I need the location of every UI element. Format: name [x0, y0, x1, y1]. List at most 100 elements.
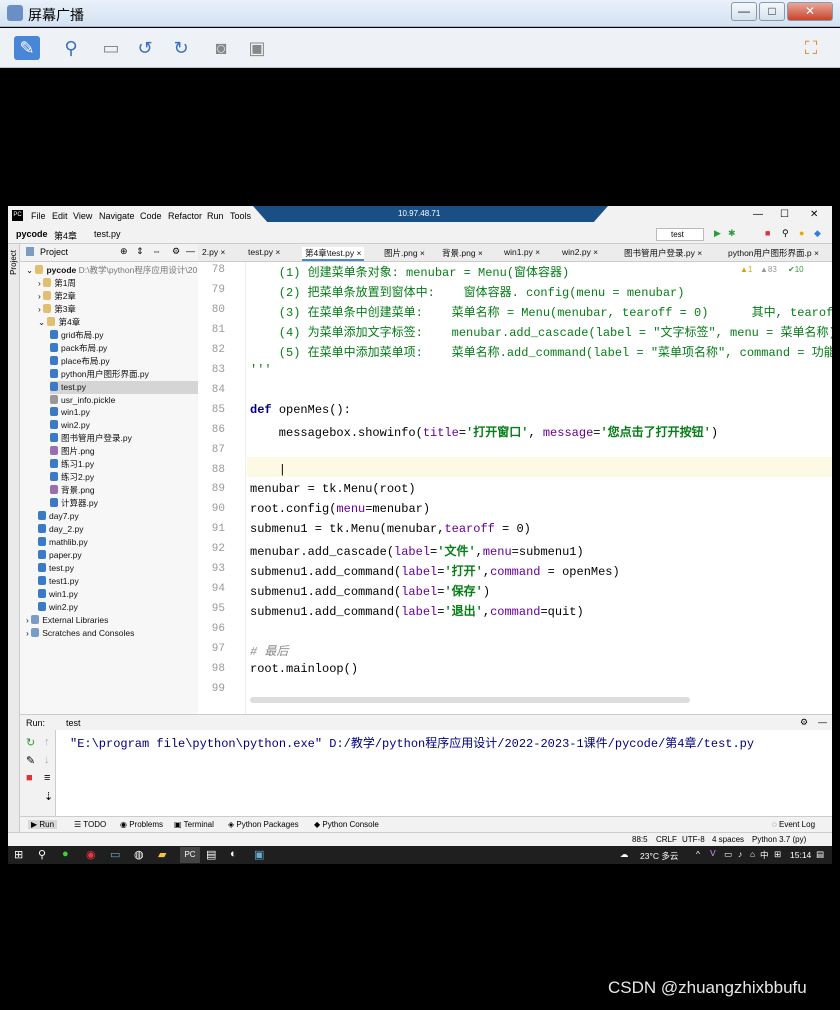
- menu-navigate[interactable]: Navigate: [99, 211, 135, 221]
- run-hide-icon[interactable]: —: [818, 717, 827, 727]
- close-button[interactable]: ✕: [787, 2, 833, 21]
- volume-icon[interactable]: ♪: [738, 849, 742, 859]
- tool-taskbar-icon[interactable]: ◐: [230, 848, 237, 860]
- run-config-select[interactable]: test: [656, 228, 704, 241]
- run-console[interactable]: ↻ ↑ ✎ ↓ ■ ≡ ⇣ "E:\program file\python\py…: [20, 730, 832, 816]
- tree-item[interactable]: 图片.png: [50, 445, 95, 458]
- menu-code[interactable]: Code: [140, 211, 162, 221]
- editor-tab[interactable]: 图片.png ×: [384, 247, 425, 259]
- ide-minimize-icon[interactable]: —: [753, 209, 763, 220]
- hide-icon[interactable]: —: [186, 246, 195, 256]
- tree-item[interactable]: 计算器.py: [50, 497, 98, 510]
- menu-view[interactable]: View: [73, 211, 92, 221]
- chevron-icon[interactable]: ⌄: [26, 265, 35, 275]
- tree-item[interactable]: 图书管用户登录.py: [50, 432, 132, 445]
- run-icon[interactable]: ▶: [714, 228, 721, 239]
- breadcrumb-file[interactable]: test.py: [94, 229, 121, 239]
- down-icon[interactable]: ↓: [44, 754, 50, 766]
- weather-status[interactable]: 23°C 多云: [640, 850, 678, 862]
- editor-tab[interactable]: 背景.png ×: [442, 247, 483, 259]
- wrap-icon[interactable]: ≡: [44, 772, 50, 784]
- tree-item[interactable]: 练习1.py: [50, 458, 94, 471]
- menu-file[interactable]: File: [31, 211, 46, 221]
- rerun-icon[interactable]: ↻: [26, 736, 35, 749]
- magnify-icon[interactable]: ⚲: [58, 36, 84, 60]
- editor-tab[interactable]: win2.py ×: [562, 247, 598, 257]
- locate-icon[interactable]: ⊕: [120, 246, 128, 257]
- ime-mode-icon[interactable]: ⊞: [774, 849, 781, 860]
- indent-setting[interactable]: 4 spaces: [712, 835, 744, 844]
- tree-item[interactable]: win1.py: [38, 588, 78, 601]
- typo-count[interactable]: ✔10: [788, 265, 804, 274]
- tree-item[interactable]: test.py: [50, 380, 198, 394]
- tree-item[interactable]: › Scratches and Consoles: [26, 627, 134, 640]
- tree-item[interactable]: pack布局.py: [50, 342, 107, 355]
- settings-icon[interactable]: ⚙: [172, 246, 180, 257]
- update-icon[interactable]: ●: [799, 228, 804, 238]
- chat-icon[interactable]: ◍: [134, 848, 144, 861]
- undo-icon[interactable]: ↺: [132, 36, 158, 60]
- bottom-tab-packages[interactable]: ◈ Python Packages: [228, 820, 299, 829]
- bottom-tab-run[interactable]: ▶ Run: [28, 820, 58, 829]
- file-encoding[interactable]: UTF-8: [682, 835, 705, 844]
- event-log[interactable]: ◌ Event Log: [772, 820, 815, 829]
- search-icon[interactable]: ⚲: [782, 228, 789, 239]
- camera-icon[interactable]: ◙: [208, 36, 234, 60]
- tree-item[interactable]: usr_info.pickle: [50, 394, 115, 407]
- tree-item[interactable]: day_2.py: [38, 523, 84, 536]
- menu-edit[interactable]: Edit: [52, 211, 68, 221]
- menu-refactor[interactable]: Refactor: [168, 211, 202, 221]
- editor-tab[interactable]: python用户图形界面.p ×: [728, 247, 819, 259]
- record-icon[interactable]: ▣: [244, 36, 270, 60]
- editor-tab[interactable]: test.py ×: [248, 247, 280, 257]
- up-icon[interactable]: ↑: [44, 736, 50, 748]
- collapse-icon[interactable]: ⇔: [152, 246, 161, 256]
- expand-icon[interactable]: ⇕: [136, 246, 144, 257]
- tree-item[interactable]: ⌄ 第4章: [38, 316, 80, 329]
- app-taskbar-icon[interactable]: ▤: [206, 848, 216, 861]
- breadcrumb-project[interactable]: pycode: [16, 229, 48, 239]
- tray-app-icon[interactable]: V: [710, 848, 716, 858]
- editor-tab[interactable]: win1.py ×: [504, 247, 540, 257]
- monitor-icon[interactable]: ▭: [98, 36, 124, 60]
- breadcrumb-folder[interactable]: 第4章: [54, 229, 77, 242]
- fullscreen-icon[interactable]: ⛶: [798, 36, 824, 60]
- tree-item[interactable]: win2.py: [38, 601, 78, 614]
- project-tool-tab[interactable]: Project: [9, 250, 18, 275]
- tree-item[interactable]: win2.py: [50, 419, 90, 432]
- stop-icon[interactable]: ■: [765, 228, 770, 238]
- chrome-icon[interactable]: ◉: [86, 848, 96, 861]
- ide-maximize-icon[interactable]: ☐: [780, 209, 789, 220]
- windows-start-icon[interactable]: ⊞: [14, 848, 23, 861]
- plugin-icon[interactable]: ◆: [814, 228, 821, 239]
- menu-run[interactable]: Run: [207, 211, 224, 221]
- pin-icon[interactable]: ✎: [14, 36, 40, 60]
- horizontal-scrollbar[interactable]: [250, 697, 690, 703]
- notification-icon[interactable]: ▤: [816, 849, 824, 860]
- ide-close-icon[interactable]: ✕: [810, 209, 818, 220]
- tree-item[interactable]: place布局.py: [50, 355, 110, 368]
- search-taskbar-icon[interactable]: ⚲: [38, 848, 46, 861]
- tree-item[interactable]: day7.py: [38, 510, 79, 523]
- explorer-icon[interactable]: ▰: [158, 848, 166, 861]
- tree-item[interactable]: grid布局.py: [50, 329, 104, 342]
- tree-item[interactable]: test1.py: [38, 575, 79, 588]
- tree-item[interactable]: mathlib.py: [38, 536, 88, 549]
- minimize-button[interactable]: —: [731, 2, 757, 21]
- tree-item[interactable]: 背景.png: [50, 484, 95, 497]
- line-separator[interactable]: CRLF: [656, 835, 677, 844]
- redo-icon[interactable]: ↻: [168, 36, 194, 60]
- warning-count[interactable]: ▲1: [740, 265, 752, 274]
- ime-indicator[interactable]: 中: [760, 849, 769, 861]
- editor-tab[interactable]: 第4章\test.py ×: [302, 247, 365, 261]
- tree-item[interactable]: ⌄ pycode D:\教学\python程序应用设计\20: [26, 264, 197, 277]
- bottom-tab-console[interactable]: ◆ Python Console: [314, 820, 379, 829]
- chevron-icon[interactable]: ⌄: [38, 317, 47, 327]
- tree-item[interactable]: python用户图形界面.py: [50, 368, 149, 381]
- tree-item[interactable]: win1.py: [50, 406, 90, 419]
- run-tab[interactable]: test: [66, 718, 81, 728]
- debug-icon[interactable]: ✱: [728, 228, 736, 239]
- weak-warning-count[interactable]: ▲83: [760, 265, 777, 274]
- pc-icon[interactable]: ▭: [110, 848, 120, 861]
- tree-item[interactable]: › 第1周: [38, 277, 76, 290]
